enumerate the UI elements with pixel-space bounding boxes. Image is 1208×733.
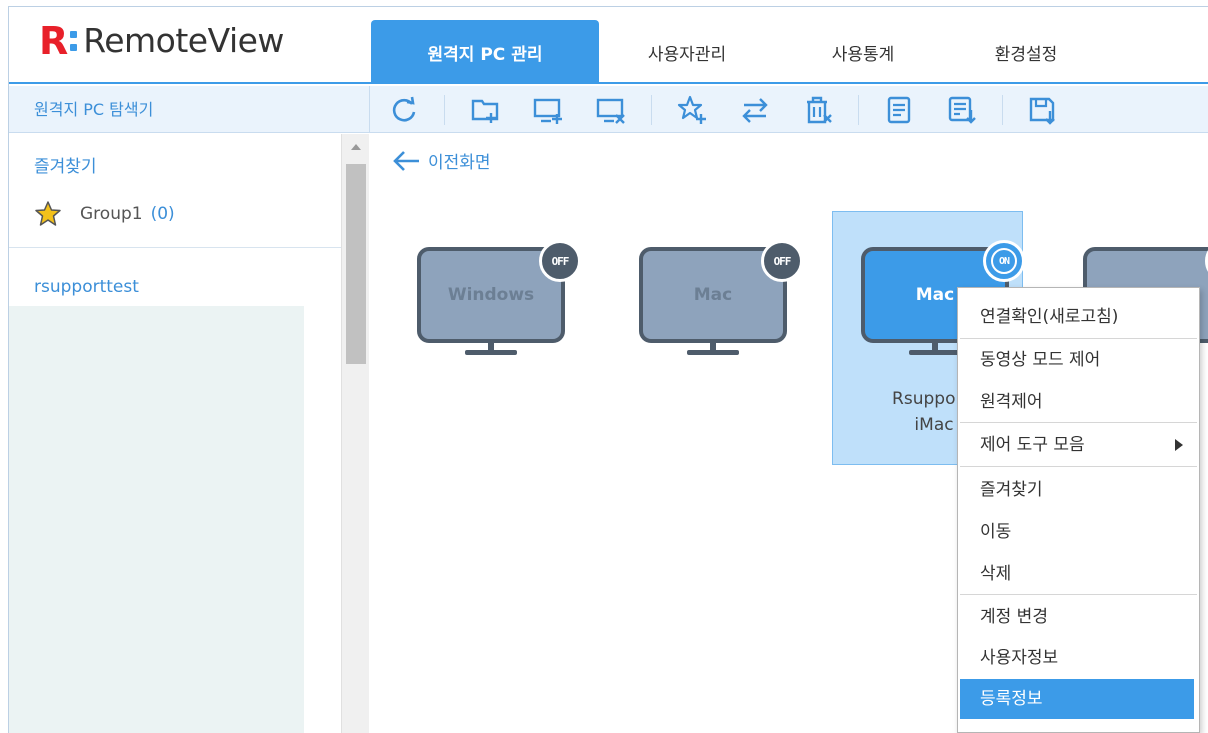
pc-os-label: Mac bbox=[693, 285, 733, 305]
delete-icon bbox=[807, 96, 832, 124]
export-button[interactable] bbox=[1020, 92, 1066, 128]
menu-separator bbox=[960, 338, 1197, 339]
star-icon bbox=[35, 201, 61, 226]
menu-item-delete[interactable]: 삭제 bbox=[958, 554, 1199, 594]
monitor-base bbox=[687, 350, 739, 355]
download-list-button[interactable] bbox=[939, 92, 985, 128]
tab-settings[interactable]: 환경설정 bbox=[951, 20, 1101, 84]
menu-item-properties[interactable]: 등록정보 bbox=[960, 679, 1194, 719]
refresh-icon bbox=[392, 96, 416, 122]
pc-explorer-panel: 즐겨찾기 Group1 (0) rsupporttest bbox=[9, 134, 369, 733]
back-link[interactable]: 이전화면 bbox=[392, 148, 491, 173]
menu-item-remote-control[interactable]: 원격제어 bbox=[958, 382, 1199, 422]
scroll-up-arrow-icon[interactable] bbox=[351, 144, 361, 150]
logo-colon bbox=[70, 31, 78, 51]
panel-divider bbox=[9, 247, 341, 248]
app-header: R RemoteView 원격지 PC 관리 사용자관리 사용통계 환경설정 bbox=[9, 7, 1208, 84]
favorite-group-count: (0) bbox=[150, 204, 175, 224]
menu-item-control-tools-label: 제어 도구 모음 bbox=[980, 435, 1085, 455]
menu-item-change-account[interactable]: 계정 변경 bbox=[958, 597, 1199, 637]
favorite-group-name: Group1 bbox=[80, 204, 143, 224]
toolbar-separator bbox=[1002, 95, 1003, 125]
menu-item-video-mode-control[interactable]: 동영상 모드 제어 bbox=[958, 340, 1199, 380]
remove-pc-icon bbox=[596, 98, 625, 124]
add-pc-button[interactable] bbox=[525, 92, 571, 128]
scroll-thumb[interactable] bbox=[346, 164, 366, 364]
move-icon bbox=[742, 98, 768, 123]
status-text: ON bbox=[991, 248, 1017, 274]
menu-item-move[interactable]: 이동 bbox=[958, 512, 1199, 552]
menu-item-favorites[interactable]: 즐겨찾기 bbox=[958, 470, 1199, 510]
monitor-base bbox=[909, 350, 961, 355]
menu-separator bbox=[960, 466, 1197, 467]
menu-item-check-connection[interactable]: 연결확인(새로고침) bbox=[958, 297, 1199, 337]
submenu-arrow-icon bbox=[1175, 439, 1183, 451]
pc-os-label: Mac bbox=[915, 285, 955, 305]
memo-button[interactable] bbox=[876, 92, 922, 128]
toolbar-separator bbox=[858, 95, 859, 125]
add-group-button[interactable] bbox=[462, 92, 508, 128]
logo-mark: R bbox=[39, 19, 68, 63]
toolbar-row: 원격지 PC 탐색기 bbox=[9, 86, 1208, 133]
back-label: 이전화면 bbox=[428, 153, 491, 173]
subbar-divider bbox=[369, 86, 370, 133]
back-arrow-icon bbox=[393, 150, 419, 171]
left-panel-scrollbar[interactable] bbox=[341, 134, 369, 733]
status-badge: OFF bbox=[761, 240, 803, 282]
menu-separator bbox=[960, 594, 1197, 595]
download-list-icon bbox=[948, 96, 976, 124]
status-text: OFF bbox=[551, 254, 570, 268]
move-button[interactable] bbox=[732, 92, 778, 128]
add-group-icon bbox=[471, 99, 499, 123]
context-menu: 연결확인(새로고침) 동영상 모드 제어 원격제어 제어 도구 모음 즐겨찾기 … bbox=[957, 287, 1200, 733]
add-favorite-button[interactable] bbox=[669, 92, 715, 128]
add-pc-icon bbox=[533, 98, 562, 124]
toolbar-separator bbox=[651, 95, 652, 125]
refresh-button[interactable] bbox=[381, 92, 427, 128]
menu-separator bbox=[960, 422, 1197, 423]
status-badge: ON bbox=[983, 240, 1025, 282]
favorite-group-item[interactable]: Group1 (0) bbox=[34, 200, 175, 228]
pc-explorer-title: 원격지 PC 탐색기 bbox=[34, 100, 154, 119]
remove-pc-button[interactable] bbox=[588, 92, 634, 128]
tree-root-item[interactable]: rsupporttest bbox=[34, 277, 139, 297]
toolbar-separator bbox=[444, 95, 445, 125]
monitor-base bbox=[465, 350, 517, 355]
menu-item-control-tools[interactable]: 제어 도구 모음 bbox=[958, 425, 1199, 465]
tree-area bbox=[9, 306, 304, 733]
tab-remote-pc-management[interactable]: 원격지 PC 관리 bbox=[371, 20, 599, 84]
export-icon bbox=[1029, 97, 1055, 125]
tab-usage-statistics[interactable]: 사용통계 bbox=[775, 20, 951, 84]
remoteview-logo: R RemoteView bbox=[39, 21, 284, 61]
status-badge: OFF bbox=[539, 240, 581, 282]
toolbar bbox=[381, 92, 1083, 128]
main-nav-tabs: 원격지 PC 관리 사용자관리 사용통계 환경설정 bbox=[371, 20, 1101, 84]
favorites-title: 즐겨찾기 bbox=[34, 157, 97, 177]
status-text: OFF bbox=[773, 254, 792, 268]
tab-user-management[interactable]: 사용자관리 bbox=[599, 20, 775, 84]
delete-button[interactable] bbox=[795, 92, 841, 128]
add-favorite-icon bbox=[677, 95, 706, 124]
menu-item-user-info[interactable]: 사용자정보 bbox=[958, 638, 1199, 678]
logo-text: RemoteView bbox=[83, 21, 284, 60]
pc-os-label: Windows bbox=[447, 285, 535, 305]
memo-icon bbox=[887, 96, 911, 124]
